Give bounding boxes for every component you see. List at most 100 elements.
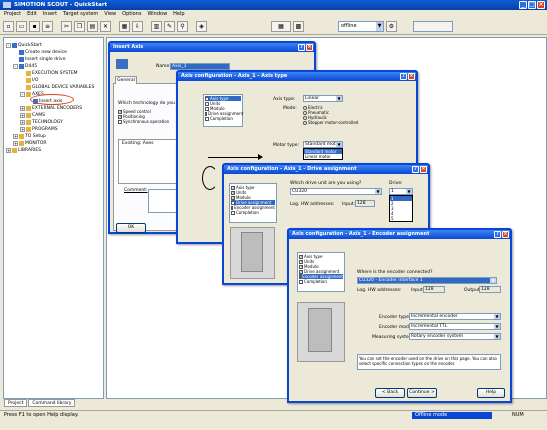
- mode-option[interactable]: Stepper motor-controlled: [303, 120, 358, 125]
- motor-type-select[interactable]: Standard motor ▼: [303, 141, 343, 148]
- opt-sync[interactable]: Synchronous operation: [118, 119, 169, 124]
- mode-select[interactable]: offline ▼: [338, 21, 384, 32]
- tree-item[interactable]: - QuickStart: [4, 42, 103, 49]
- compile-icon[interactable]: ▦: [119, 21, 130, 32]
- grid-icon[interactable]: ▩: [293, 21, 304, 32]
- save-icon[interactable]: ▪: [29, 21, 40, 32]
- cut-icon[interactable]: ✂: [61, 21, 72, 32]
- paste-icon[interactable]: ▤: [87, 21, 98, 32]
- tree-expander-icon[interactable]: +: [6, 148, 11, 153]
- close-button[interactable]: ×: [537, 1, 545, 9]
- tree-item-label: QuickStart: [18, 43, 42, 48]
- device-icon: [19, 64, 24, 69]
- menu-item-insert[interactable]: Insert: [43, 10, 57, 18]
- step-item[interactable]: Completion: [231, 210, 275, 215]
- app-icon: [3, 2, 11, 8]
- encoder-type-select[interactable]: Incremental encoder ▼: [409, 313, 501, 320]
- tree-item[interactable]: + TECHNOLOGY: [4, 119, 103, 126]
- tree-item[interactable]: + PROGRAMS: [4, 126, 103, 133]
- tab-command-library[interactable]: Command library: [28, 399, 76, 407]
- checkbox-icon: [205, 96, 209, 101]
- ok-button[interactable]: OK: [116, 223, 146, 233]
- checkbox-icon: ✓: [299, 268, 304, 274]
- tree-expander-icon[interactable]: +: [20, 113, 25, 118]
- help-icon[interactable]: ?: [412, 166, 419, 173]
- encoder-select[interactable]: CU320 - Encoder interface 1 ▼: [357, 277, 497, 284]
- drive-image: [230, 227, 275, 279]
- online-icon[interactable]: ◈: [196, 21, 207, 32]
- tree-expander-icon[interactable]: +: [20, 127, 25, 132]
- close-icon[interactable]: ×: [420, 166, 427, 173]
- axis-type-select[interactable]: Linear ▼: [303, 95, 343, 102]
- tree-item[interactable]: - D445: [4, 63, 103, 70]
- radio-icon: [303, 115, 307, 120]
- layout-icon[interactable]: ▥: [151, 21, 162, 32]
- step-item[interactable]: Completion: [299, 279, 343, 284]
- tree-item[interactable]: + TO Setup: [4, 133, 103, 140]
- drive-assign-titlebar: Axis configuration - Axis_1 - Drive assi…: [224, 165, 428, 174]
- close-icon[interactable]: ×: [306, 44, 313, 51]
- tree-expander-icon[interactable]: +: [13, 134, 18, 139]
- motor-type-list[interactable]: Standard motor Linear motor: [303, 148, 343, 160]
- tree-item[interactable]: + EXTERNAL ENCODERS: [4, 105, 103, 112]
- help-icon[interactable]: ?: [494, 231, 501, 238]
- help-icon[interactable]: ?: [298, 44, 305, 51]
- tools-icon[interactable]: ✎: [164, 21, 175, 32]
- help-button[interactable]: Help: [477, 388, 505, 398]
- menu-item-project[interactable]: Project: [4, 10, 21, 18]
- tree-expander-icon[interactable]: +: [20, 106, 25, 111]
- tree-expander-icon[interactable]: +: [13, 141, 18, 146]
- drive-number-list[interactable]: 12345: [389, 195, 413, 222]
- menu-item-target-system[interactable]: Target system: [63, 10, 98, 18]
- menu-item-window[interactable]: Window: [147, 10, 167, 18]
- delete-icon[interactable]: ✕: [100, 21, 111, 32]
- menu-item-options[interactable]: Options: [122, 10, 141, 18]
- open-icon[interactable]: ▭: [16, 21, 27, 32]
- tree-item[interactable]: Create new device: [4, 49, 103, 56]
- maximize-button[interactable]: □: [528, 1, 536, 9]
- list-option[interactable]: Linear motor: [304, 154, 342, 159]
- download-icon[interactable]: ⇩: [132, 21, 143, 32]
- device-icon[interactable]: ▦: [271, 21, 291, 32]
- continue-button[interactable]: Continue >: [407, 388, 437, 398]
- encoder-mode-select[interactable]: Incremental TTL ▼: [409, 323, 501, 330]
- tree-expander-icon[interactable]: +: [20, 120, 25, 125]
- mode-option-label: Stepper motor-controlled: [308, 120, 359, 125]
- tree-item[interactable]: Insert single drive: [4, 56, 103, 63]
- enc-log-hw-label: Log. HW addresses:: [357, 288, 402, 293]
- tree-expander-icon[interactable]: -: [13, 64, 18, 69]
- tree-item[interactable]: EXECUTION SYSTEM: [4, 70, 103, 77]
- print-icon[interactable]: ≡: [42, 21, 53, 32]
- secondary-select[interactable]: [413, 21, 453, 32]
- tree-expander-icon[interactable]: -: [6, 43, 11, 48]
- minimize-button[interactable]: _: [519, 1, 527, 9]
- menu-item-help[interactable]: Help: [173, 10, 184, 18]
- tab-project[interactable]: Project: [4, 399, 28, 407]
- tree-item[interactable]: + CAMS: [4, 112, 103, 119]
- connect-icon[interactable]: ⚲: [177, 21, 188, 32]
- tree-item[interactable]: GLOBAL DEVICE VARIABLES: [4, 84, 103, 91]
- project-tree[interactable]: - QuickStart Create new device Insert singl…: [3, 37, 104, 399]
- filter-icon[interactable]: ⚙: [386, 21, 397, 32]
- close-icon[interactable]: ×: [502, 231, 509, 238]
- close-icon[interactable]: ×: [408, 73, 415, 80]
- tree-item[interactable]: I/O: [4, 77, 103, 84]
- help-icon[interactable]: ?: [400, 73, 407, 80]
- step-item[interactable]: Completion: [205, 116, 241, 121]
- menu-item-edit[interactable]: Edit: [27, 10, 37, 18]
- comment-field[interactable]: [148, 189, 178, 213]
- back-button[interactable]: < Back: [375, 388, 405, 398]
- copy-icon[interactable]: ❐: [74, 21, 85, 32]
- tab-general[interactable]: General: [115, 76, 137, 84]
- chevron-down-icon: ▼: [490, 278, 496, 283]
- new-icon[interactable]: ▫: [3, 21, 14, 32]
- drive-select[interactable]: CU320 ▼: [290, 188, 382, 195]
- name-input[interactable]: Axis_1: [170, 63, 230, 70]
- list-option[interactable]: 5: [390, 216, 412, 221]
- tree-expander-icon[interactable]: -: [20, 92, 25, 97]
- tree-item[interactable]: + MONITOR: [4, 140, 103, 147]
- menu-item-view[interactable]: View: [104, 10, 116, 18]
- tree-item[interactable]: + LIBRARIES: [4, 147, 103, 154]
- drive-number-select[interactable]: 1 ▼: [389, 188, 413, 195]
- measuring-system-select[interactable]: Rotary encoder system ▼: [409, 333, 501, 340]
